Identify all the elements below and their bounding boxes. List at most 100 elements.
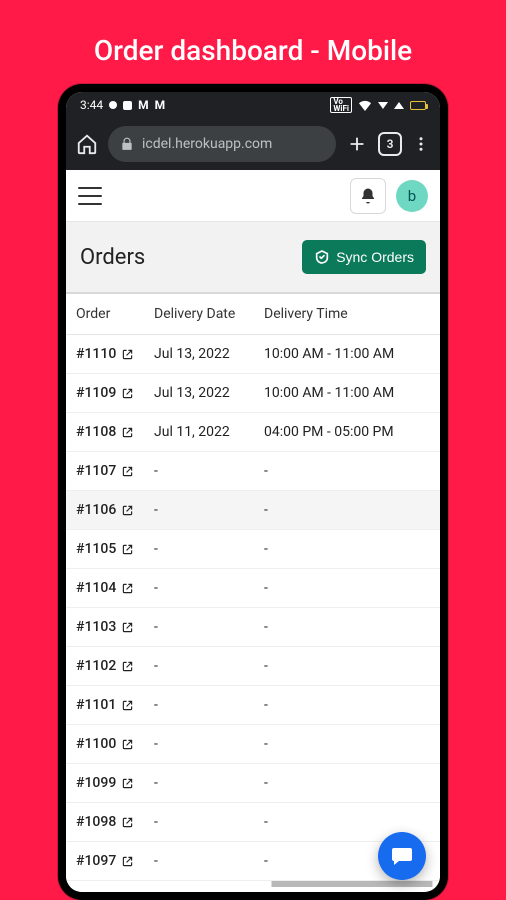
- chat-fab[interactable]: [378, 832, 426, 880]
- table-row: #1110 Jul 13, 202210:00 AM - 11:00 AM: [66, 335, 440, 374]
- delivery-time-cell: 04:00 PM - 05:00 PM: [254, 413, 440, 452]
- external-link-icon: [122, 817, 133, 828]
- delivery-time-cell: -: [254, 686, 440, 725]
- order-link[interactable]: #1105: [76, 541, 134, 557]
- orders-table-wrap[interactable]: Order Delivery Date Delivery Time #1110 …: [66, 292, 440, 892]
- hamburger-menu-icon[interactable]: [78, 187, 102, 205]
- delivery-date-cell: -: [144, 803, 254, 842]
- delivery-date-cell: Jul 13, 2022: [144, 374, 254, 413]
- slide-title: Order dashboard - Mobile: [0, 0, 506, 67]
- home-icon[interactable]: [76, 133, 98, 155]
- delivery-date-cell: -: [144, 842, 254, 881]
- delivery-date-cell: Jul 13, 2022: [144, 335, 254, 374]
- col-delivery-time[interactable]: Delivery Time: [254, 293, 440, 335]
- table-row: #1098 --: [66, 803, 440, 842]
- wifi-icon: [358, 100, 372, 111]
- external-link-icon: [122, 505, 133, 516]
- order-link[interactable]: #1102: [76, 658, 134, 674]
- order-link[interactable]: #1104: [76, 580, 134, 596]
- external-link-icon: [122, 544, 133, 555]
- page-title: Orders: [80, 245, 145, 270]
- col-order[interactable]: Order: [66, 293, 144, 335]
- horizontal-scrollbar[interactable]: [66, 881, 440, 887]
- avatar[interactable]: b: [396, 180, 428, 212]
- sync-icon: [314, 249, 330, 265]
- delivery-time-cell: -: [254, 647, 440, 686]
- browser-toolbar: icdel.herokuapp.com 3: [66, 118, 440, 170]
- table-row: #1108 Jul 11, 202204:00 PM - 05:00 PM: [66, 413, 440, 452]
- gmail-icon: M: [155, 98, 166, 112]
- delivery-time-cell: -: [254, 530, 440, 569]
- table-row: #1100 --: [66, 725, 440, 764]
- col-delivery-date[interactable]: Delivery Date: [144, 293, 254, 335]
- table-row: #1109 Jul 13, 202210:00 AM - 11:00 AM: [66, 374, 440, 413]
- order-link[interactable]: #1100: [76, 736, 134, 752]
- order-link[interactable]: #1110: [76, 346, 134, 362]
- delivery-date-cell: -: [144, 452, 254, 491]
- battery-icon: [410, 101, 426, 110]
- order-link[interactable]: #1097: [76, 853, 134, 869]
- table-row: #1105 --: [66, 530, 440, 569]
- external-link-icon: [122, 700, 133, 711]
- notification-dot-icon: [109, 101, 117, 109]
- sync-orders-label: Sync Orders: [336, 249, 414, 265]
- table-row: #1099 --: [66, 764, 440, 803]
- delivery-date-cell: -: [144, 686, 254, 725]
- external-link-icon: [122, 739, 133, 750]
- sync-orders-button[interactable]: Sync Orders: [302, 240, 426, 274]
- delivery-time-cell: -: [254, 608, 440, 647]
- status-time: 3:44: [80, 98, 103, 112]
- app-header: b: [66, 170, 440, 222]
- delivery-date-cell: -: [144, 491, 254, 530]
- table-row: #1104 --: [66, 569, 440, 608]
- external-link-icon: [122, 661, 133, 672]
- external-link-icon: [122, 856, 133, 867]
- android-status-bar: 3:44 M M VoWiFi: [66, 92, 440, 118]
- delivery-date-cell: -: [144, 725, 254, 764]
- order-link[interactable]: #1101: [76, 697, 134, 713]
- external-link-icon: [122, 388, 133, 399]
- tab-switcher[interactable]: 3: [378, 132, 402, 156]
- new-tab-icon[interactable]: [346, 133, 368, 155]
- delivery-time-cell: -: [254, 569, 440, 608]
- menu-dots-icon[interactable]: [412, 135, 430, 153]
- table-row: #1103 --: [66, 608, 440, 647]
- notifications-button[interactable]: [350, 178, 386, 214]
- delivery-date-cell: -: [144, 530, 254, 569]
- table-row: #1101 --: [66, 686, 440, 725]
- phone-screen: 3:44 M M VoWiFi: [66, 92, 440, 892]
- order-link[interactable]: #1106: [76, 502, 134, 518]
- bell-icon: [359, 187, 377, 205]
- delivery-date-cell: Jul 11, 2022: [144, 413, 254, 452]
- url-text: icdel.herokuapp.com: [142, 136, 272, 152]
- vowifi-icon: VoWiFi: [330, 97, 352, 113]
- order-link[interactable]: #1108: [76, 424, 134, 440]
- page-title-row: Orders Sync Orders: [66, 222, 440, 292]
- delivery-time-cell: 10:00 AM - 11:00 AM: [254, 335, 440, 374]
- lock-icon: [120, 137, 134, 151]
- order-link[interactable]: #1107: [76, 463, 134, 479]
- order-link[interactable]: #1109: [76, 385, 134, 401]
- signal-down-icon: [378, 102, 388, 109]
- delivery-date-cell: -: [144, 569, 254, 608]
- external-link-icon: [122, 778, 133, 789]
- external-link-icon: [122, 583, 133, 594]
- table-row: #1107 --: [66, 452, 440, 491]
- delivery-time-cell: -: [254, 725, 440, 764]
- order-link[interactable]: #1098: [76, 814, 134, 830]
- delivery-time-cell: -: [254, 452, 440, 491]
- notification-app-icon: [123, 101, 132, 110]
- delivery-time-cell: -: [254, 491, 440, 530]
- order-link[interactable]: #1103: [76, 619, 134, 635]
- orders-table: Order Delivery Date Delivery Time #1110 …: [66, 292, 440, 881]
- delivery-time-cell: -: [254, 764, 440, 803]
- signal-up-icon: [394, 102, 404, 109]
- table-row: #1106 --: [66, 491, 440, 530]
- delivery-date-cell: -: [144, 608, 254, 647]
- delivery-time-cell: 10:00 AM - 11:00 AM: [254, 374, 440, 413]
- gmail-icon: M: [138, 98, 149, 112]
- url-bar[interactable]: icdel.herokuapp.com: [108, 126, 336, 162]
- external-link-icon: [122, 349, 133, 360]
- chat-icon: [390, 844, 414, 868]
- order-link[interactable]: #1099: [76, 775, 134, 791]
